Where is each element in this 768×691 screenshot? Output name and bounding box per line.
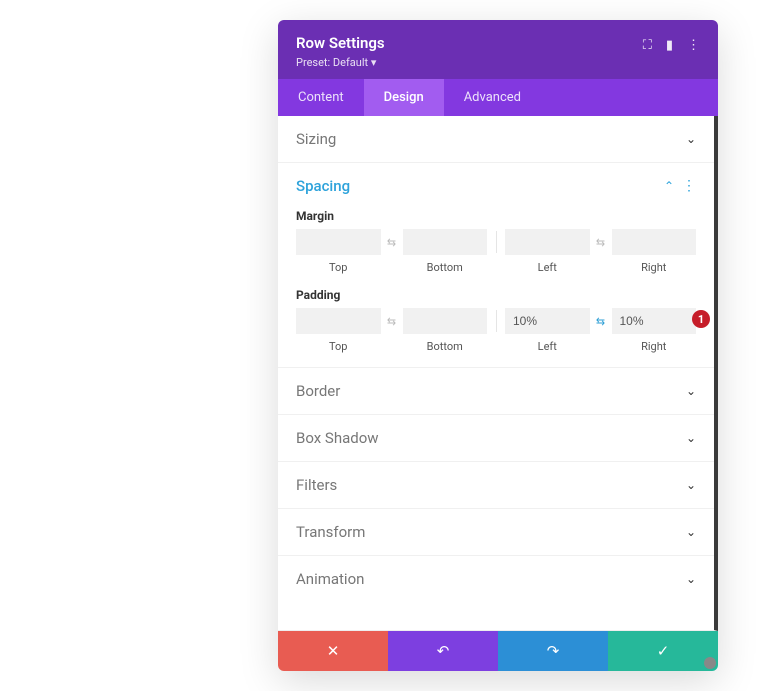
section-title-boxshadow: Box Shadow [296, 429, 379, 447]
section-title-animation: Animation [296, 570, 364, 588]
section-boxshadow[interactable]: Box Shadow ⌄ [278, 415, 714, 462]
section-border[interactable]: Border ⌄ [278, 368, 714, 415]
help-link[interactable]: ?Help [278, 602, 714, 631]
chevron-down-icon: ⌄ [686, 525, 696, 539]
label-bottom: Bottom [403, 340, 488, 353]
section-spacing-header[interactable]: Spacing ⌃ ⋮ [296, 177, 696, 195]
margin-label: Margin [296, 209, 696, 223]
padding-top-input[interactable] [296, 308, 381, 334]
margin-top-input[interactable] [296, 229, 381, 255]
modal-title: Row Settings [296, 34, 385, 52]
section-filters[interactable]: Filters ⌄ [278, 462, 714, 509]
tab-design[interactable]: Design [364, 79, 444, 116]
label-top: Top [296, 340, 381, 353]
kebab-icon[interactable]: ⋮ [687, 38, 700, 53]
padding-bottom-input[interactable] [403, 308, 488, 334]
redo-button[interactable]: ↷ [498, 631, 608, 671]
link-icon[interactable]: ⇆ [385, 236, 399, 249]
chevron-down-icon: ⌄ [686, 384, 696, 398]
margin-bottom-input[interactable] [403, 229, 488, 255]
divider [496, 231, 497, 253]
label-right: Right [612, 261, 697, 274]
padding-block: Padding ⇆ ⇆ Top Bottom Left Right 1 [296, 288, 696, 353]
section-title-sizing: Sizing [296, 130, 336, 148]
link-icon[interactable]: ⇆ [594, 315, 608, 328]
modal-footer: ✕ ↶ ↷ ✓ [278, 631, 718, 671]
link-icon[interactable]: ⇆ [594, 236, 608, 249]
chevron-up-icon: ⌃ [664, 179, 674, 193]
columns-icon[interactable]: ▮ [666, 38, 673, 53]
section-title-transform: Transform [296, 523, 365, 541]
label-left: Left [505, 340, 590, 353]
margin-right-input[interactable] [612, 229, 697, 255]
padding-label: Padding [296, 288, 696, 302]
margin-block: Margin ⇆ ⇆ Top Bottom Left Right [296, 209, 696, 274]
cancel-button[interactable]: ✕ [278, 631, 388, 671]
section-animation[interactable]: Animation ⌄ [278, 556, 714, 602]
row-settings-modal: Row Settings Preset: Default ▾ ⛶ ▮ ⋮ Con… [278, 20, 718, 671]
expand-icon[interactable]: ⛶ [643, 38, 652, 53]
panel-body: Sizing ⌄ Spacing ⌃ ⋮ Margin ⇆ [278, 116, 718, 631]
tabs: Content Design Advanced [278, 79, 718, 116]
chevron-down-icon: ⌄ [686, 572, 696, 586]
chevron-down-icon: ⌄ [686, 478, 696, 492]
label-left: Left [505, 261, 590, 274]
section-transform[interactable]: Transform ⌄ [278, 509, 714, 556]
chevron-down-icon: ⌄ [686, 132, 696, 146]
kebab-icon[interactable]: ⋮ [682, 178, 696, 194]
padding-right-input[interactable] [612, 308, 697, 334]
save-button[interactable]: ✓ [608, 631, 718, 671]
padding-left-input[interactable] [505, 308, 590, 334]
chevron-down-icon: ⌄ [686, 431, 696, 445]
section-title-spacing: Spacing [296, 177, 350, 195]
link-icon[interactable]: ⇆ [385, 315, 399, 328]
undo-button[interactable]: ↶ [388, 631, 498, 671]
preset-selector[interactable]: Preset: Default ▾ [296, 56, 385, 69]
tab-advanced[interactable]: Advanced [444, 79, 541, 116]
section-title-filters: Filters [296, 476, 337, 494]
resize-handle-icon[interactable] [704, 657, 716, 669]
tab-content[interactable]: Content [278, 79, 364, 116]
annotation-badge: 1 [692, 310, 710, 328]
margin-left-input[interactable] [505, 229, 590, 255]
divider [496, 310, 497, 332]
section-title-border: Border [296, 382, 340, 400]
section-sizing[interactable]: Sizing ⌄ [278, 116, 714, 163]
label-right: Right [612, 340, 697, 353]
modal-header: Row Settings Preset: Default ▾ ⛶ ▮ ⋮ [278, 20, 718, 79]
label-top: Top [296, 261, 381, 274]
label-bottom: Bottom [403, 261, 488, 274]
section-spacing: Spacing ⌃ ⋮ Margin ⇆ ⇆ Top [278, 163, 714, 368]
